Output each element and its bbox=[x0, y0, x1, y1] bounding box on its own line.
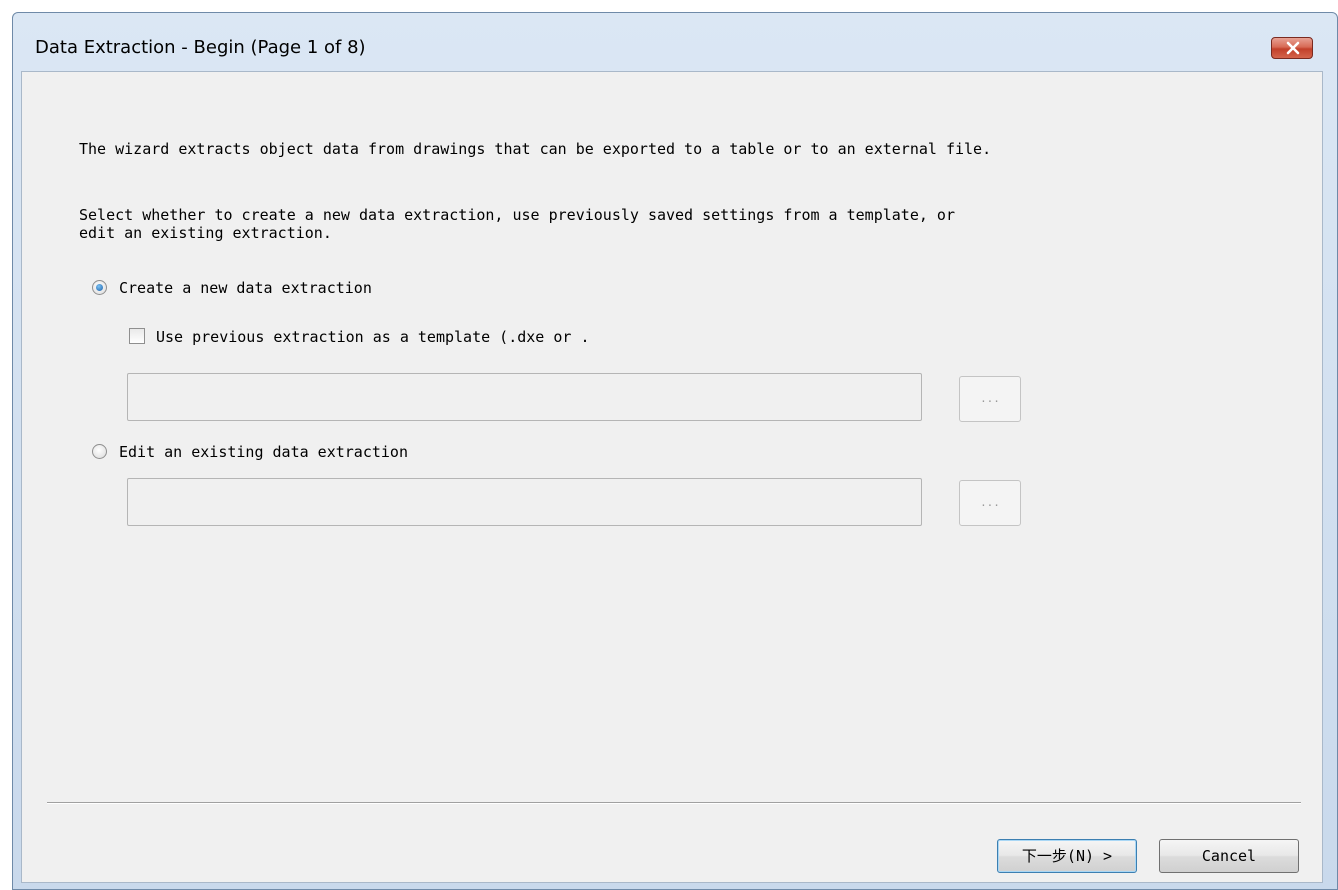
instruction-text-line-1: Select whether to create a new data extr… bbox=[79, 206, 955, 224]
instruction-text-line-2: edit an existing extraction. bbox=[79, 224, 332, 242]
footer-separator bbox=[47, 802, 1301, 804]
close-button[interactable] bbox=[1271, 37, 1313, 59]
existing-extraction-field[interactable] bbox=[127, 478, 922, 526]
template-browse-button[interactable]: ... bbox=[959, 376, 1021, 422]
title-bar: Data Extraction - Begin (Page 1 of 8) bbox=[13, 13, 1337, 71]
use-template-label[interactable]: Use previous extraction as a template (.… bbox=[156, 328, 589, 346]
dialog-title: Data Extraction - Begin (Page 1 of 8) bbox=[35, 37, 366, 58]
use-template-checkbox[interactable] bbox=[129, 328, 145, 344]
template-path-field[interactable] bbox=[127, 373, 922, 421]
existing-browse-button[interactable]: ... bbox=[959, 480, 1021, 526]
close-icon bbox=[1286, 41, 1300, 55]
create-new-label[interactable]: Create a new data extraction bbox=[119, 279, 372, 297]
intro-text: The wizard extracts object data from dra… bbox=[79, 140, 992, 158]
data-extraction-dialog: Data Extraction - Begin (Page 1 of 8) Th… bbox=[12, 12, 1338, 890]
edit-existing-label[interactable]: Edit an existing data extraction bbox=[119, 443, 408, 461]
cancel-button[interactable]: Cancel bbox=[1159, 839, 1299, 873]
dialog-body: The wizard extracts object data from dra… bbox=[21, 71, 1323, 883]
next-button[interactable]: 下一步(N) > bbox=[997, 839, 1137, 873]
edit-existing-radio[interactable] bbox=[92, 444, 107, 459]
create-new-radio[interactable] bbox=[92, 280, 107, 295]
